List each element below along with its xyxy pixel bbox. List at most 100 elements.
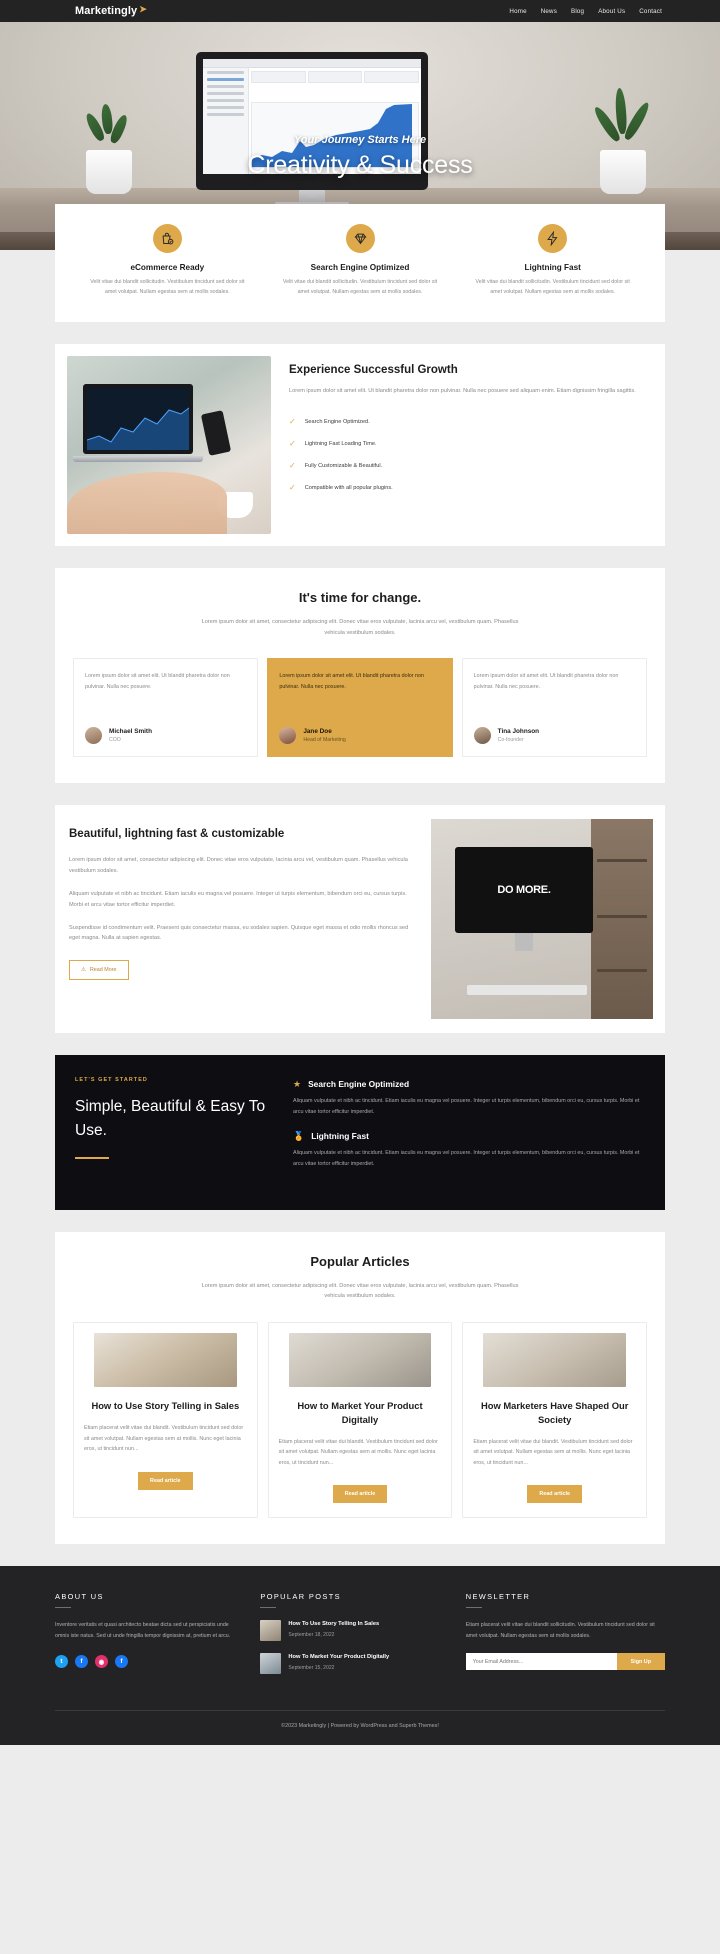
nav-item-home[interactable]: Home xyxy=(509,8,526,15)
growth-checklist: ✓ Search Engine Optimized. ✓ Lightning F… xyxy=(289,411,643,499)
article-excerpt: Etiam placerat velit vitae dui blandit. … xyxy=(84,1424,244,1453)
cta-item-title: Search Engine Optimized xyxy=(308,1079,410,1090)
footer-posts-title: POPULAR POSTS xyxy=(260,1592,341,1602)
article-excerpt: Etiam placerat velit vitae dui blandit. … xyxy=(473,1438,633,1466)
articles-intro: Lorem ipsum dolor sit amet, consectetur … xyxy=(201,1282,519,1300)
growth-section: Experience Successful Growth Lorem ipsum… xyxy=(0,322,720,546)
checklist-item: ✓ Compatible with all popular plugins. xyxy=(289,477,643,499)
footer-post-item[interactable]: How To Market Your Product Digitally Sep… xyxy=(260,1653,439,1675)
read-article-button[interactable]: Read article xyxy=(332,1485,388,1504)
footer-posts-column: POPULAR POSTS How To Use Story Telling I… xyxy=(260,1592,439,1686)
monitor-text: DO MORE. xyxy=(497,883,551,896)
testimonial-role: COO xyxy=(109,737,121,744)
growth-title: Experience Successful Growth xyxy=(289,363,458,376)
read-article-button[interactable]: Read article xyxy=(527,1485,582,1504)
beautiful-paragraph-1: Lorem ipsum dolor sit amet, consectetur … xyxy=(69,856,408,874)
testimonial-role: Head of Marketing xyxy=(303,737,346,744)
cta-item-title: Lightning Fast xyxy=(311,1131,369,1142)
avatar xyxy=(279,727,297,745)
facebook-icon[interactable]: f xyxy=(75,1655,88,1669)
article-excerpt: Etiam placerat velit vitae dui blandit. … xyxy=(278,1438,438,1466)
check-icon: ✓ xyxy=(289,460,296,470)
cta-kicker: LET'S GET STARTED xyxy=(75,1077,148,1084)
post-date: September 18, 2022 xyxy=(288,1631,335,1638)
article-thumbnail xyxy=(483,1333,627,1388)
check-icon: ✓ xyxy=(289,482,296,492)
read-more-button[interactable]: ⚠ Read More xyxy=(69,960,129,981)
beautiful-paragraph-3: Suspendisse id condimentum velit. Praese… xyxy=(69,924,409,942)
lightbulb-icon: ⚠ xyxy=(81,967,86,974)
footer-newsletter-text: Etiam placerat velit vitae dui blandit s… xyxy=(465,1622,655,1639)
article-card[interactable]: How to Market Your Product Digitally Eti… xyxy=(267,1322,453,1519)
cta-item-lightning: 🏅 Lightning Fast Aliquam vulputate et ni… xyxy=(293,1131,645,1169)
testimonial-quote: Lorem ipsum dolor sit amet elit. Ut blan… xyxy=(279,673,425,690)
article-heading: How to Use Story Telling in Sales xyxy=(91,1400,240,1412)
cta-item-description: Aliquam vulputate et nibh ac tincidunt. … xyxy=(293,1098,640,1115)
main-navigation: Home News Blog About Us Contact xyxy=(509,8,662,15)
cta-item-description: Aliquam vulputate et nibh ac tincidunt. … xyxy=(293,1150,640,1167)
checklist-item: ✓ Lightning Fast Loading Time. xyxy=(289,433,643,455)
cta-divider xyxy=(75,1157,109,1160)
twitter-icon[interactable]: t xyxy=(55,1655,68,1669)
cta-section: LET'S GET STARTED Simple, Beautiful & Ea… xyxy=(0,1033,720,1210)
hero-title: Creativity & Success xyxy=(247,151,473,179)
article-heading: How Marketers Have Shaped Our Society xyxy=(480,1400,629,1425)
testimonial-card[interactable]: Lorem ipsum dolor sit amet elit. Ut blan… xyxy=(73,658,259,758)
checklist-label: Compatible with all popular plugins. xyxy=(304,484,393,491)
growth-paragraph: Lorem ipsum dolor sit amet elit. Ut blan… xyxy=(289,387,636,394)
testimonial-name: Jane Doe xyxy=(303,728,332,736)
signup-button[interactable]: Sign Up xyxy=(616,1653,665,1671)
article-card[interactable]: How Marketers Have Shaped Our Society Et… xyxy=(462,1322,648,1519)
star-icon: ★ xyxy=(293,1078,302,1089)
copyright: ©2023 Marketingly | Powered by WordPress… xyxy=(55,1710,665,1745)
articles-section: Popular Articles Lorem ipsum dolor sit a… xyxy=(0,1210,720,1545)
testimonials-section: It's time for change. Lorem ipsum dolor … xyxy=(0,546,720,784)
lightning-bolt-icon xyxy=(538,224,568,253)
footer-title-rule xyxy=(55,1607,71,1609)
check-icon: ✓ xyxy=(289,416,296,426)
article-thumbnail xyxy=(94,1333,237,1388)
instagram-icon[interactable]: ◉ xyxy=(95,1655,108,1669)
shopping-bag-check-icon xyxy=(152,224,182,253)
beautiful-section: Beautiful, lightning fast & customizable… xyxy=(0,783,720,1034)
post-title: How To Use Story Telling In Sales xyxy=(288,1621,380,1628)
article-thumbnail xyxy=(288,1333,432,1388)
nav-item-news[interactable]: News xyxy=(541,8,557,15)
feature-title: eCommerce Ready xyxy=(130,263,205,272)
features-section: eCommerce Ready Velit vitae dui blandit … xyxy=(0,204,720,322)
nav-item-about-us[interactable]: About Us xyxy=(598,8,625,15)
facebook-alt-icon[interactable]: f xyxy=(115,1655,128,1669)
footer-post-item[interactable]: How To Use Story Telling In Sales Septem… xyxy=(260,1620,439,1642)
post-title: How To Market Your Product Digitally xyxy=(288,1654,390,1661)
checklist-label: Fully Customizable & Beautiful. xyxy=(304,462,383,469)
feature-description: Velit vitae dui blandit sollicitudin. Ve… xyxy=(282,279,438,295)
testimonials-title: It's time for change. xyxy=(298,589,422,605)
checklist-label: Search Engine Optimized. xyxy=(304,418,370,425)
diamond-icon xyxy=(345,224,375,253)
nav-item-blog[interactable]: Blog xyxy=(571,8,584,15)
newsletter-form: Sign Up xyxy=(465,1653,665,1671)
feature-card-ecommerce: eCommerce Ready Velit vitae dui blandit … xyxy=(71,224,264,298)
testimonial-card[interactable]: Lorem ipsum dolor sit amet elit. Ut blan… xyxy=(461,658,647,758)
post-thumbnail xyxy=(260,1620,282,1642)
testimonials-intro: Lorem ipsum dolor sit amet, consectetur … xyxy=(201,618,519,636)
checklist-item: ✓ Fully Customizable & Beautiful. xyxy=(289,455,643,477)
brand-name: Marketingly xyxy=(75,5,138,17)
feature-title: Search Engine Optimized xyxy=(310,263,410,272)
footer-newsletter-title: NEWSLETTER xyxy=(465,1592,531,1602)
site-logo[interactable]: Marketingly ➤ xyxy=(75,4,147,18)
read-article-button[interactable]: Read article xyxy=(138,1471,193,1490)
testimonial-role: Co-founder xyxy=(497,737,524,744)
footer-title-rule xyxy=(260,1607,277,1609)
footer-about-column: ABOUT US Inventore veritatis et quasi ar… xyxy=(55,1592,234,1686)
article-card[interactable]: How to Use Story Telling in Sales Etiam … xyxy=(73,1322,258,1519)
footer-newsletter-column: NEWSLETTER Etiam placerat velit vitae du… xyxy=(465,1592,665,1686)
testimonial-card[interactable]: Lorem ipsum dolor sit amet elit. Ut blan… xyxy=(267,658,453,758)
beautiful-image: DO MORE. xyxy=(431,819,653,1020)
check-icon: ✓ xyxy=(289,438,296,448)
avatar xyxy=(85,727,102,745)
email-input[interactable] xyxy=(465,1653,617,1671)
nav-item-contact[interactable]: Contact xyxy=(639,8,662,15)
cta-item-seo: ★ Search Engine Optimized Aliquam vulput… xyxy=(293,1079,645,1117)
post-date: September 15, 2022 xyxy=(288,1664,335,1671)
